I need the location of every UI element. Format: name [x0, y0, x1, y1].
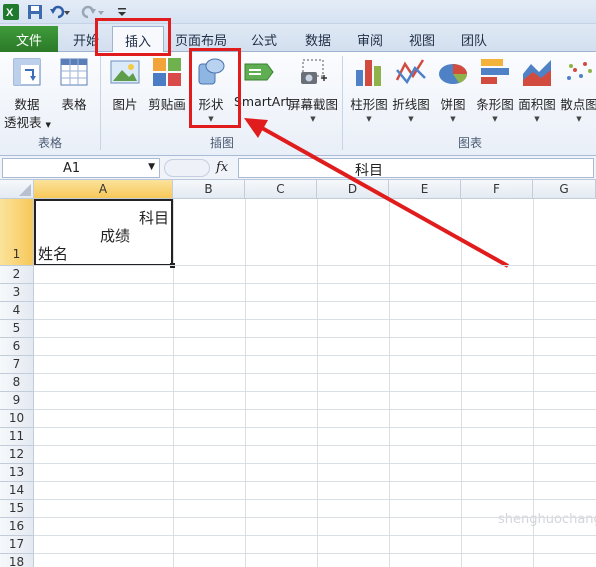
row-header[interactable]: 6: [0, 338, 34, 356]
row-header[interactable]: 16: [0, 518, 34, 536]
row-header[interactable]: 1: [0, 199, 34, 266]
row-header[interactable]: 11: [0, 428, 34, 446]
row-header[interactable]: 9: [0, 392, 34, 410]
row-header[interactable]: 10: [0, 410, 34, 428]
row-header[interactable]: 14: [0, 482, 34, 500]
row-header[interactable]: 13: [0, 464, 34, 482]
row-header[interactable]: 8: [0, 374, 34, 392]
gridline: [34, 373, 596, 374]
gridline: [34, 283, 596, 284]
row-header[interactable]: 3: [0, 284, 34, 302]
gridline: [34, 319, 596, 320]
gridline: [34, 463, 596, 464]
gridline: [34, 481, 596, 482]
gridline: [34, 553, 596, 554]
row-header[interactable]: 18: [0, 554, 34, 567]
watermark-text: shenghuochangshi: [498, 512, 596, 527]
gridline: [34, 355, 596, 356]
row-header[interactable]: 15: [0, 500, 34, 518]
row-header[interactable]: 12: [0, 446, 34, 464]
row-header[interactable]: 17: [0, 536, 34, 554]
gridline: [34, 301, 596, 302]
row-header[interactable]: 5: [0, 320, 34, 338]
gridline: [34, 535, 596, 536]
gridline: [34, 427, 596, 428]
gridline: [34, 265, 596, 266]
row-header[interactable]: 4: [0, 302, 34, 320]
row-header[interactable]: 7: [0, 356, 34, 374]
excel-window: X 文件 开始 插入 页面布局 公式 数据 审阅 视图 团队 数据 透视表 ▼ …: [0, 0, 596, 567]
gridline: [34, 391, 596, 392]
gridline: [34, 499, 596, 500]
gridline: [34, 445, 596, 446]
gridline: [34, 409, 596, 410]
gridline: [34, 337, 596, 338]
gridline: [34, 517, 596, 518]
row-header[interactable]: 2: [0, 266, 34, 284]
